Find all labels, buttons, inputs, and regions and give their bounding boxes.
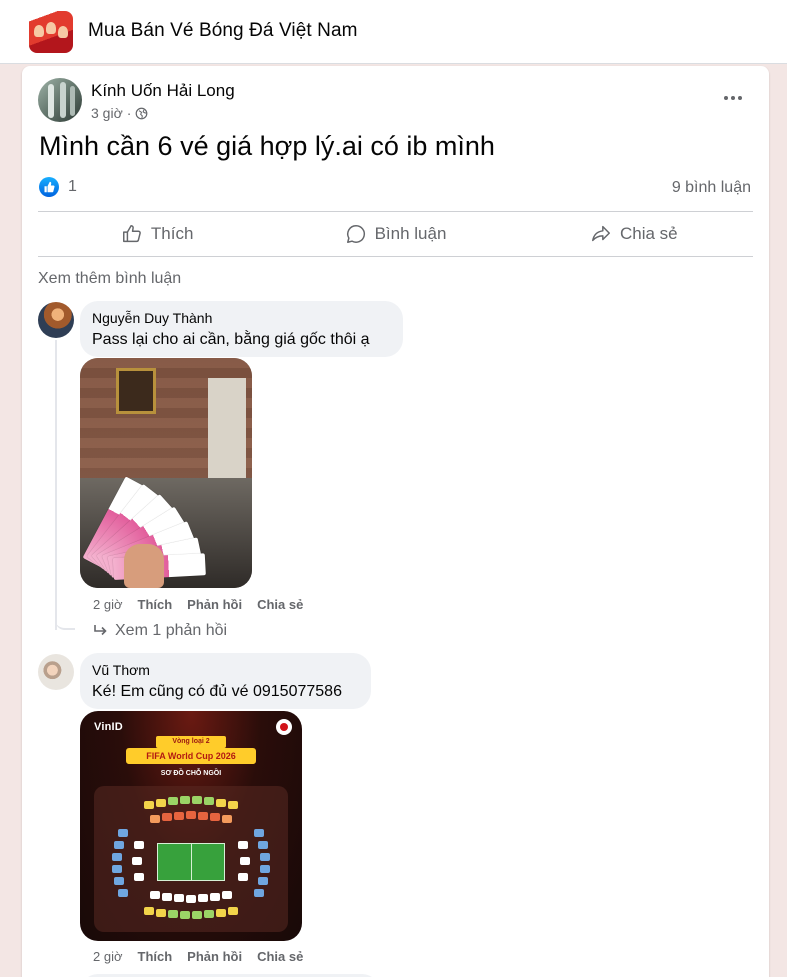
reactions-summary[interactable]: 1: [39, 177, 77, 197]
dot-icon: [724, 96, 728, 100]
seatmap-subtitle: SƠ ĐỒ CHỖ NGỒI: [160, 770, 222, 777]
dot-icon: [738, 96, 742, 100]
post-card: Kính Uốn Hải Long 3 giờ · Mình cần 6 vé …: [22, 66, 769, 977]
thread-line: [55, 340, 57, 630]
post-meta: 3 giờ ·: [91, 105, 148, 121]
view-more-comments-link[interactable]: Xem thêm bình luận: [38, 270, 181, 288]
comment-button[interactable]: Bình luận: [276, 212, 514, 256]
share-icon: [592, 225, 610, 242]
seatmap-round: Vòng loại 2: [156, 736, 226, 748]
comment-share-button[interactable]: Chia sẻ: [257, 597, 303, 612]
comment-text: Ké! Em cũng có đủ vé 0915077586: [92, 683, 342, 700]
post-action-bar: Thích Bình luận Chia sẻ: [38, 212, 753, 256]
comment-reply-button[interactable]: Phản hồi: [187, 597, 242, 612]
reply-arrow-icon: [94, 625, 107, 636]
seatmap-event: FIFA World Cup 2026: [126, 748, 256, 764]
more-options-button[interactable]: [717, 86, 749, 110]
post-time[interactable]: 3 giờ: [91, 105, 123, 121]
divider: [38, 256, 753, 257]
commenter-avatar[interactable]: [38, 654, 74, 690]
like-button-label: Thích: [150, 224, 194, 243]
comment-like-button[interactable]: Thích: [138, 949, 173, 964]
globe-icon: [136, 107, 148, 119]
post-text: Mình cần 6 vé giá hợp lý.ai có ib mình: [39, 131, 495, 161]
comment-reply-button[interactable]: Phản hồi: [187, 949, 242, 964]
share-button[interactable]: Chia sẻ: [515, 212, 753, 256]
seatmap-pitch: [157, 843, 225, 881]
group-header: Mua Bán Vé Bóng Đá Việt Nam: [0, 0, 787, 64]
comment-share-button[interactable]: Chia sẻ: [257, 949, 303, 964]
thumbs-up-icon: [122, 225, 141, 243]
comment-photo-tickets[interactable]: [80, 358, 252, 588]
comment-time[interactable]: 2 giờ: [93, 597, 123, 612]
comment-like-button[interactable]: Thích: [138, 597, 173, 612]
comment-count[interactable]: 9 bình luận: [672, 179, 751, 197]
thread-elbow: [55, 606, 75, 630]
comment-actions: 2 giờ Thích Phản hồi Chia sẻ: [93, 949, 303, 964]
commenter-name[interactable]: Vũ Thơm: [92, 661, 359, 679]
like-reaction-icon: [39, 177, 59, 197]
view-replies-link[interactable]: Xem 1 phản hồi: [93, 622, 227, 640]
dot-icon: [731, 96, 735, 100]
comment-time[interactable]: 2 giờ: [93, 949, 123, 964]
commenter-avatar[interactable]: [38, 302, 74, 338]
comment-actions: 2 giờ Thích Phản hồi Chia sẻ: [93, 597, 303, 612]
comment-icon: [346, 225, 365, 243]
comment-button-label: Bình luận: [374, 224, 447, 243]
author-name[interactable]: Kính Uốn Hải Long: [91, 81, 235, 101]
commenter-name[interactable]: Nguyễn Duy Thành: [92, 309, 391, 327]
view-replies-label: Xem 1 phản hồi: [115, 622, 228, 639]
comment-text: Pass lại cho ai cần, bằng giá gốc thôi ạ: [92, 331, 370, 348]
author-avatar[interactable]: [38, 78, 82, 122]
share-button-label: Chia sẻ: [620, 224, 678, 243]
group-title[interactable]: Mua Bán Vé Bóng Đá Việt Nam: [88, 20, 358, 42]
group-cover-image[interactable]: [29, 11, 73, 53]
reaction-count: 1: [68, 178, 77, 195]
comment-photo-seat-map[interactable]: VinID Vòng loại 2 FIFA World Cup 2026 SƠ…: [80, 711, 302, 941]
comment-bubble: Vũ Thơm Ké! Em cũng có đủ vé 0915077586: [80, 653, 371, 709]
like-button[interactable]: Thích: [38, 212, 276, 256]
vinid-logo: VinID: [94, 721, 123, 733]
vff-logo-icon: [276, 719, 292, 735]
comment-bubble: Nguyễn Duy Thành Pass lại cho ai cần, bằ…: [80, 301, 403, 357]
